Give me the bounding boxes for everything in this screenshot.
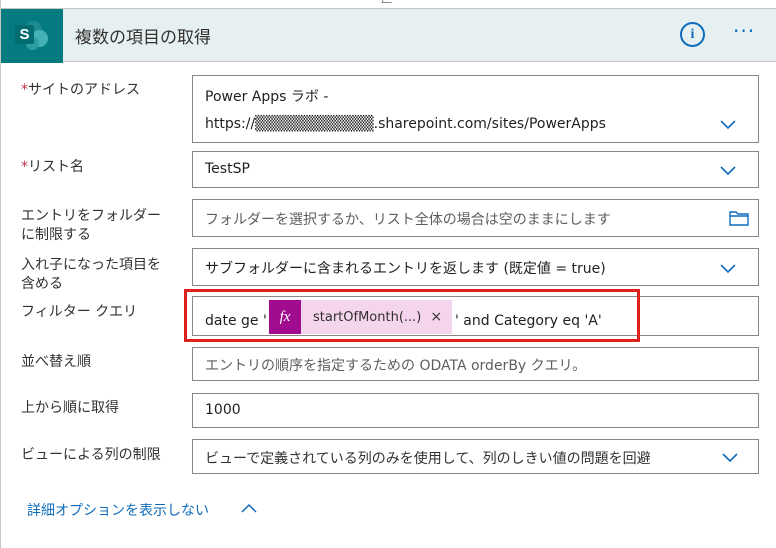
- site-address-line2: https://▒▒▒▒▒▒▒▒▒▒▒.sharepoint.com/sites…: [205, 116, 606, 132]
- chevron-down-icon[interactable]: [720, 162, 736, 178]
- nested-items-dropdown[interactable]: サブフォルダーに含まれるエントリを返します (既定値 = true): [192, 248, 759, 286]
- list-name-label: *リスト名: [21, 159, 84, 175]
- info-icon[interactable]: i: [680, 22, 705, 47]
- top-count-label: 上から順に取得: [21, 400, 119, 416]
- top-count-input[interactable]: 1000: [192, 393, 759, 428]
- chevron-down-icon[interactable]: [722, 449, 738, 465]
- site-address-label: *サイトのアドレス: [21, 82, 140, 98]
- chevron-down-icon[interactable]: [720, 260, 736, 276]
- folder-placeholder: フォルダーを選択するか、リスト全体の場合は空のままにします: [205, 212, 611, 228]
- order-by-placeholder: エントリの順序を指定するための ODATA orderBy クエリ。: [205, 358, 587, 374]
- folder-picker[interactable]: フォルダーを選択するか、リスト全体の場合は空のままにします: [192, 199, 759, 237]
- folder-icon[interactable]: [729, 210, 749, 226]
- view-limit-label: ビューによる列の制限: [21, 447, 161, 463]
- filter-query-label: フィルター クエリ: [21, 304, 138, 320]
- nested-items-value: サブフォルダーに含まれるエントリを返します (既定値 = true): [205, 261, 606, 277]
- flow-connector: [381, 0, 393, 3]
- view-limit-dropdown[interactable]: ビューで定義されている列のみを使用して、列のしきい値の問題を回避: [192, 439, 759, 474]
- action-header[interactable]: S 複数の項目の取得 i ···: [1, 8, 776, 63]
- folder-label: エントリをフォルダー に制限する: [21, 208, 161, 243]
- list-name-dropdown[interactable]: TestSP: [192, 151, 759, 188]
- sharepoint-letter: S: [15, 25, 34, 44]
- required-mark: *: [21, 82, 28, 98]
- action-card: S 複数の項目の取得 i ··· *サイトのアドレス Power Apps ラボ…: [0, 0, 776, 548]
- site-address-dropdown[interactable]: Power Apps ラボ - https://▒▒▒▒▒▒▒▒▒▒▒.shar…: [192, 75, 759, 143]
- nested-items-label: 入れ子になった項目を 含める: [21, 257, 161, 292]
- action-title[interactable]: 複数の項目の取得: [75, 23, 211, 48]
- required-mark: *: [21, 159, 28, 175]
- order-by-label: 並べ替え順: [21, 354, 91, 370]
- list-name-value: TestSP: [205, 161, 250, 177]
- view-limit-placeholder: ビューで定義されている列のみを使用して、列のしきい値の問題を回避: [205, 451, 651, 467]
- top-count-value: 1000: [205, 402, 241, 418]
- hide-advanced-options-link[interactable]: 詳細オプションを表示しない: [27, 500, 209, 520]
- highlight-box: [184, 289, 640, 342]
- site-address-line1: Power Apps ラボ -: [205, 89, 329, 105]
- more-options-icon[interactable]: ···: [733, 19, 755, 43]
- sharepoint-logo-icon: S: [14, 21, 50, 51]
- order-by-input[interactable]: エントリの順序を指定するための ODATA orderBy クエリ。: [192, 347, 759, 381]
- sharepoint-app-icon: S: [1, 9, 63, 63]
- chevron-down-icon[interactable]: [720, 116, 736, 132]
- chevron-up-icon[interactable]: [241, 502, 257, 516]
